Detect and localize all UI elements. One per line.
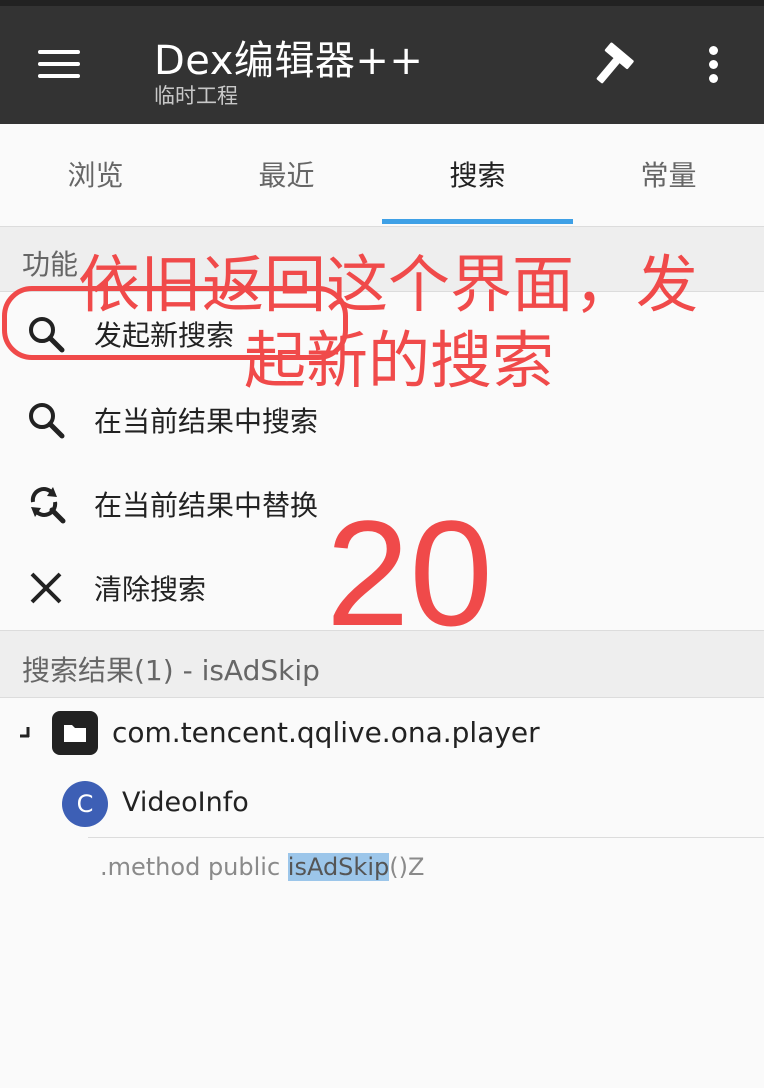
folder-icon (52, 711, 98, 755)
tab-bar: 浏览 最近 搜索 常量 (0, 124, 764, 227)
method-suffix: ()Z (389, 853, 425, 881)
tab-browse[interactable]: 浏览 (0, 124, 191, 226)
class-node[interactable]: VideoInfo (122, 787, 249, 818)
hammer-icon[interactable] (588, 42, 636, 90)
close-icon (30, 572, 62, 604)
project-subtitle: 临时工程 (154, 84, 238, 108)
tree-expander-icon[interactable] (18, 726, 32, 740)
clear-search-label: 清除搜索 (94, 573, 207, 606)
tab-constants[interactable]: 常量 (573, 124, 764, 226)
annotation-step-number: 20 (326, 489, 493, 657)
method-result[interactable]: .method public isAdSkip()Z (100, 853, 424, 881)
annotation-text-line2: 起新的搜索 (244, 324, 555, 397)
status-strip (0, 0, 764, 6)
search-replace-icon (30, 487, 66, 524)
app-title: Dex编辑器++ (154, 38, 424, 84)
hamburger-menu-icon[interactable] (38, 48, 82, 80)
method-match-highlight: isAdSkip (287, 853, 390, 881)
class-icon: C (62, 781, 108, 827)
tab-search[interactable]: 搜索 (382, 124, 573, 226)
replace-in-results-label: 在当前结果中替换 (94, 489, 319, 522)
annotation-text-line1: 依旧返回这个界面，发 (78, 248, 699, 321)
search-icon (29, 403, 65, 439)
search-in-results-label: 在当前结果中搜索 (94, 405, 319, 438)
app-bar: Dex编辑器++ 临时工程 (0, 0, 764, 124)
package-node[interactable]: com.tencent.qqlive.ona.player (112, 716, 540, 749)
tab-recent[interactable]: 最近 (191, 124, 382, 226)
divider (88, 837, 764, 838)
more-vert-icon[interactable] (700, 44, 728, 84)
method-prefix: .method public (100, 853, 288, 881)
active-tab-indicator (382, 219, 573, 224)
